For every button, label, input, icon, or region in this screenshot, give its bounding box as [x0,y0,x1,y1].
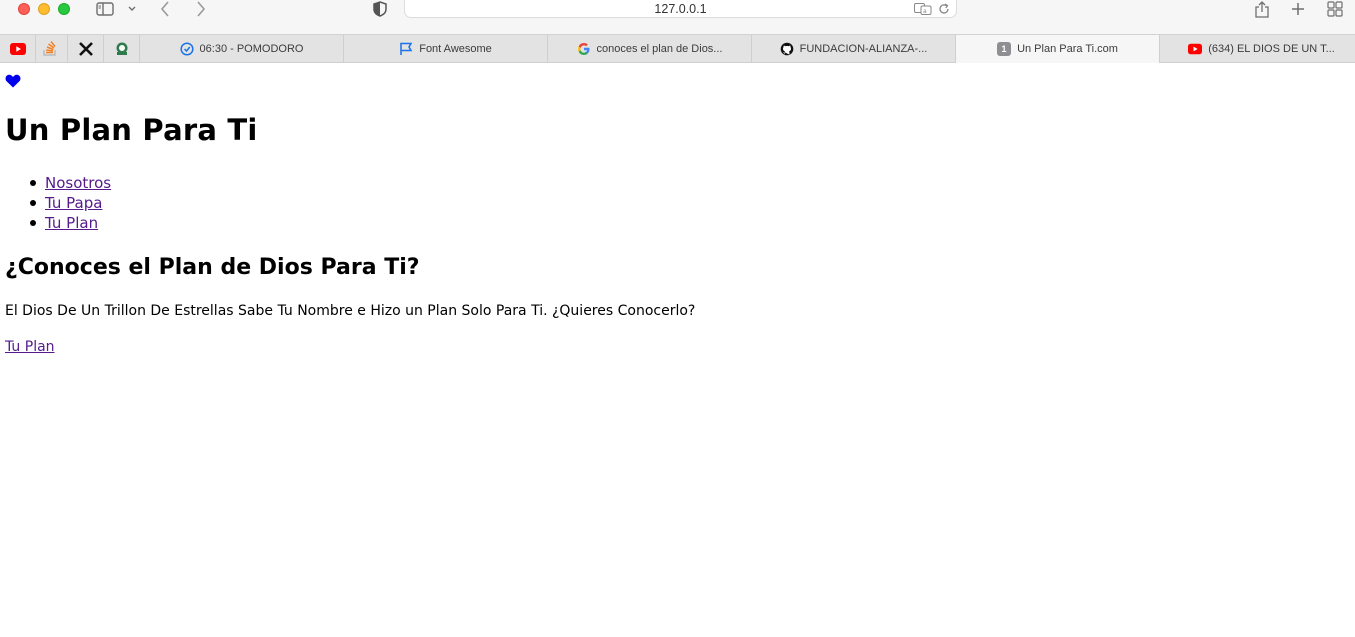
svg-text:a: a [923,8,927,15]
tab-font-awesome[interactable]: Font Awesome [344,35,548,62]
address-bar[interactable]: 127.0.0.1 a [404,0,957,18]
tab-overview-icon[interactable] [1326,0,1344,18]
share-icon[interactable] [1254,0,1270,18]
tab-pomodoro[interactable]: 06:30 - POMODORO [140,35,344,62]
tab-label: (634) EL DIOS DE UN T... [1208,42,1335,55]
tab-label: conoces el plan de Dios... [596,42,723,55]
google-icon [577,42,591,56]
sidebar-toggle-icon[interactable] [95,0,115,18]
flag-icon [399,42,413,56]
nav-item: Tu Papa [29,193,111,213]
heart-icon [5,73,21,88]
tab-bar: 06:30 - POMODORO Font Awesome conoces el… [0,34,1355,63]
stackoverflow-icon [42,41,56,56]
pinned-tab-youtube[interactable] [0,35,36,62]
pinned-tab-badge[interactable] [104,35,140,62]
web-page: Un Plan Para Ti Nosotros Tu Papa Tu Plan… [0,63,1355,637]
address-text[interactable]: 127.0.0.1 [405,2,956,16]
badge-logo-icon [116,42,127,55]
zoom-window-button[interactable] [58,3,70,15]
nav-link-nosotros[interactable]: Nosotros [45,174,111,192]
tab-un-plan-para-ti[interactable]: 1 Un Plan Para Ti.com [956,35,1160,63]
tab-label: Font Awesome [419,42,492,55]
forward-arrow-icon[interactable] [194,0,208,18]
tab-label: 06:30 - POMODORO [199,42,304,55]
close-window-button[interactable] [18,3,30,15]
nav-link-tu-plan[interactable]: Tu Plan [45,214,98,232]
youtube-icon [9,42,26,55]
chevron-down-icon[interactable] [127,0,137,18]
tab-label: Un Plan Para Ti.com [1017,43,1118,55]
tu-plan-link[interactable]: Tu Plan [5,339,55,355]
page-title: Un Plan Para Ti [5,113,258,147]
youtube-icon [1188,42,1203,56]
nav-item: Tu Plan [29,213,111,233]
tab-youtube-video[interactable]: (634) EL DIOS DE UN T... [1160,35,1355,62]
clock-check-icon [179,41,194,56]
number-badge-icon: 1 [997,42,1012,56]
section-heading: ¿Conoces el Plan de Dios Para Ti? [5,255,420,280]
translate-icon[interactable]: a [914,0,932,15]
pinned-tab-stackoverflow[interactable] [32,35,68,62]
shield-icon[interactable] [372,0,388,18]
browser-toolbar: 127.0.0.1 a [0,0,1355,34]
intro-paragraph: El Dios De Un Trillon De Estrellas Sabe … [5,303,696,319]
x-icon [78,41,93,56]
tab-label: FUNDACION-ALIANZA-... [799,42,928,55]
nav-item: Nosotros [29,173,111,193]
plus-icon[interactable] [1290,0,1306,18]
minimize-window-button[interactable] [38,3,50,15]
pinned-tab-x[interactable] [68,35,104,62]
back-arrow-icon[interactable] [158,0,172,18]
tab-github[interactable]: FUNDACION-ALIANZA-... [752,35,956,62]
reload-icon[interactable] [938,0,950,14]
nav-link-tu-papa[interactable]: Tu Papa [45,194,102,212]
nav-list: Nosotros Tu Papa Tu Plan [29,173,111,233]
github-icon [780,42,794,56]
tab-google-search[interactable]: conoces el plan de Dios... [548,35,752,62]
tab-badge-number: 1 [1001,44,1007,54]
